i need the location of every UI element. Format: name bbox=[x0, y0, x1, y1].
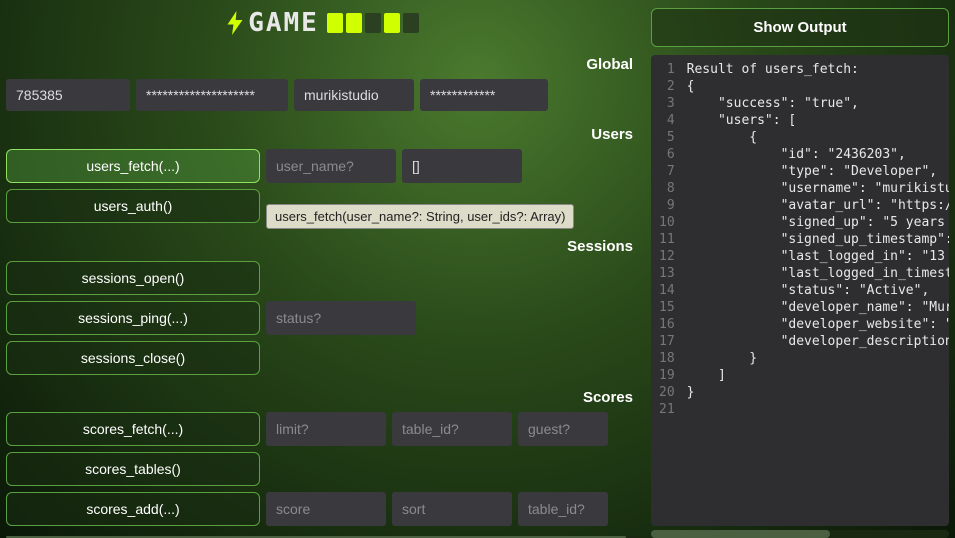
show-output-button[interactable]: Show Output bbox=[651, 8, 949, 47]
bolt-icon bbox=[226, 11, 244, 35]
scores-fetch-button[interactable]: scores_fetch(...) bbox=[6, 412, 260, 446]
function-signature-tooltip: users_fetch(user_name?: String, user_ids… bbox=[266, 204, 574, 229]
sessions-ping-status-input[interactable] bbox=[266, 301, 416, 335]
line-number-gutter: 123456789101112131415161718192021 bbox=[651, 55, 679, 526]
scores-add-sort-input[interactable] bbox=[392, 492, 512, 526]
output-lines: Result of users_fetch:{ "success": "true… bbox=[679, 55, 949, 526]
scores-tables-button[interactable]: scores_tables() bbox=[6, 452, 260, 486]
sessions-open-button[interactable]: sessions_open() bbox=[6, 261, 260, 295]
section-header-global: Global bbox=[6, 52, 639, 79]
sessions-ping-button[interactable]: sessions_ping(...) bbox=[6, 301, 260, 335]
logo-jolt-blocks bbox=[327, 13, 419, 33]
user-token-input[interactable] bbox=[420, 79, 548, 111]
sessions-close-button[interactable]: sessions_close() bbox=[6, 341, 260, 375]
output-code-view: 123456789101112131415161718192021 Result… bbox=[651, 55, 949, 526]
scores-add-button[interactable]: scores_add(...) bbox=[6, 492, 260, 526]
section-header-scores: Scores bbox=[6, 385, 639, 412]
private-key-input[interactable] bbox=[136, 79, 288, 111]
users-auth-button[interactable]: users_auth() bbox=[6, 189, 260, 223]
users-fetch-button[interactable]: users_fetch(...) bbox=[6, 149, 260, 183]
username-input[interactable] bbox=[294, 79, 414, 111]
scores-add-tableid-input[interactable] bbox=[518, 492, 608, 526]
logo-game-text: GAME bbox=[248, 8, 319, 38]
scores-add-score-input[interactable] bbox=[266, 492, 386, 526]
section-header-users: Users bbox=[6, 122, 639, 149]
logo: GAME bbox=[6, 8, 639, 40]
section-header-sessions: Sessions bbox=[6, 234, 639, 261]
right-horizontal-scrollbar[interactable] bbox=[651, 530, 949, 538]
game-id-input[interactable] bbox=[6, 79, 130, 111]
scores-fetch-limit-input[interactable] bbox=[266, 412, 386, 446]
scores-fetch-guest-input[interactable] bbox=[518, 412, 608, 446]
users-fetch-username-input[interactable] bbox=[266, 149, 396, 183]
users-fetch-ids-input[interactable] bbox=[402, 149, 522, 183]
scores-fetch-tableid-input[interactable] bbox=[392, 412, 512, 446]
